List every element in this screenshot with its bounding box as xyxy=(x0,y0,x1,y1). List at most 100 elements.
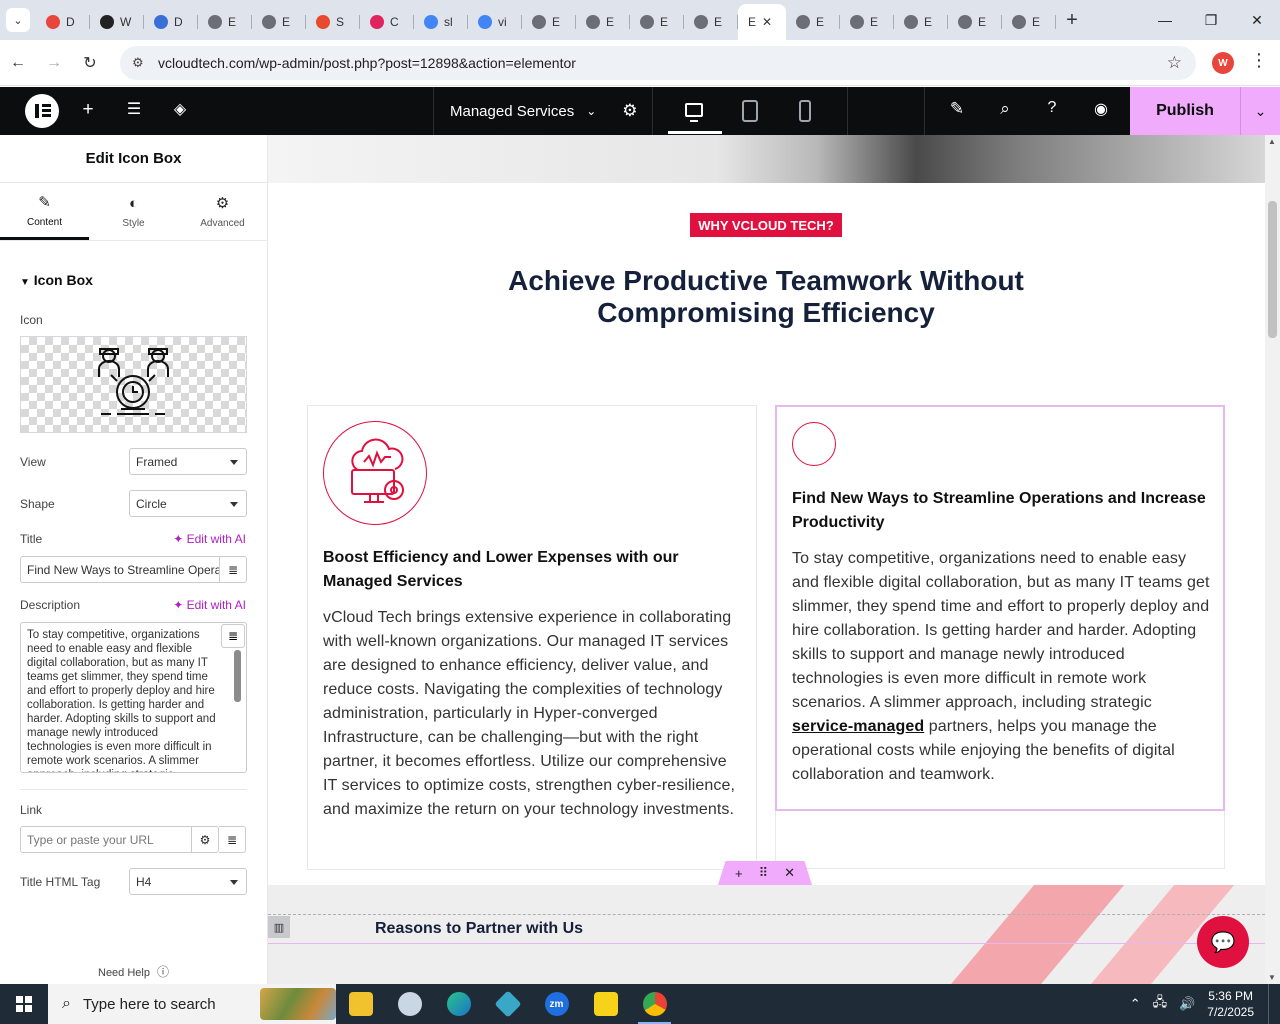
clock[interactable]: 5:36 PM 7/2/2025 xyxy=(1207,988,1254,1020)
tab-label: Advanced xyxy=(200,218,245,229)
title-html-tag-select[interactable]: H4 xyxy=(129,868,247,895)
description-textarea[interactable]: To stay competitive, organizations need … xyxy=(20,622,247,773)
edge-app[interactable] xyxy=(434,984,483,1024)
tab-style[interactable]: ◐ Style xyxy=(89,183,178,240)
icon-box-card-1[interactable]: Boost Efficiency and Lower Expenses with… xyxy=(307,405,757,870)
browser-tab[interactable]: E xyxy=(576,6,630,38)
finder-search-icon[interactable]: ⌕ xyxy=(993,99,1017,119)
tab-favicon-icon xyxy=(586,15,600,29)
start-button[interactable] xyxy=(0,984,48,1024)
file-explorer-app[interactable] xyxy=(336,984,385,1024)
sticky-notes-app[interactable] xyxy=(581,984,630,1024)
browser-tab[interactable]: D xyxy=(36,6,90,38)
dynamic-tags-icon[interactable]: ≣ xyxy=(220,556,247,583)
show-desktop-button[interactable] xyxy=(1268,984,1280,1024)
page-settings-gear-icon[interactable]: ⚙ xyxy=(622,101,637,121)
browser-tab[interactable]: E xyxy=(684,6,738,38)
profile-avatar[interactable]: W xyxy=(1212,52,1234,74)
back-icon[interactable]: ← xyxy=(0,54,36,72)
elementor-logo-icon[interactable] xyxy=(25,94,59,128)
browser-tab[interactable]: E xyxy=(522,6,576,38)
tab-content[interactable]: ✎ Content xyxy=(0,183,89,240)
link-options-gear-icon[interactable]: ⚙ xyxy=(192,826,219,853)
restore-icon[interactable]: ❐ xyxy=(1188,0,1234,40)
browser-tab[interactable]: E xyxy=(840,6,894,38)
browser-tab[interactable]: W xyxy=(90,6,144,38)
icon-box-card-2-selected[interactable]: Find New Ways to Streamline Operations a… xyxy=(775,405,1225,811)
container-handle-icon[interactable]: ▥ xyxy=(268,916,290,938)
tab-search-button[interactable]: ⌄ xyxy=(0,0,36,40)
browser-tab[interactable]: sl xyxy=(414,6,468,38)
close-window-icon[interactable]: ✕ xyxy=(1234,0,1280,40)
minimize-icon[interactable]: — xyxy=(1142,0,1188,40)
tablet-device-icon[interactable] xyxy=(742,100,758,122)
browser-menu-icon[interactable]: ⋮ xyxy=(1250,50,1268,71)
page-selector[interactable]: Managed Services ⌄ ⚙ xyxy=(433,87,653,135)
drag-handle-icon[interactable]: ⠿ xyxy=(759,865,769,881)
icon-picker-preview[interactable] xyxy=(20,336,247,433)
publish-button[interactable]: Publish xyxy=(1130,87,1240,135)
delete-section-icon[interactable]: ✕ xyxy=(784,865,795,881)
app-diamond[interactable] xyxy=(483,984,532,1024)
new-tab-button[interactable]: + xyxy=(1056,9,1088,32)
browser-tab[interactable]: E xyxy=(894,6,948,38)
add-section-icon[interactable]: + xyxy=(735,866,743,881)
zoom-app[interactable]: zm xyxy=(532,984,581,1024)
tab-advanced[interactable]: ⚙ Advanced xyxy=(178,183,267,240)
textarea-scrollbar[interactable] xyxy=(234,650,241,702)
browser-tab[interactable]: vi xyxy=(468,6,522,38)
canvas-scrollbar[interactable]: ▲ ▼ xyxy=(1265,135,1280,984)
tab-favicon-icon xyxy=(46,15,60,29)
link-input[interactable]: Type or paste your URL xyxy=(20,826,192,853)
bookmark-star-icon[interactable]: ☆ xyxy=(1167,53,1182,73)
tab-label: E xyxy=(228,15,237,29)
scroll-up-icon[interactable]: ▲ xyxy=(1268,137,1276,146)
dynamic-tags-icon[interactable]: ≣ xyxy=(219,826,246,853)
address-bar[interactable]: ⚙ vcloudtech.com/wp-admin/post.php?post=… xyxy=(120,46,1196,80)
network-icon[interactable]: 🖧 xyxy=(1153,993,1168,1015)
section-headline[interactable]: Achieve Productive Teamwork Without Comp… xyxy=(415,265,1117,329)
chat-widget-icon[interactable]: 💬 xyxy=(1197,916,1249,968)
browser-tab[interactable]: E xyxy=(948,6,1002,38)
volume-icon[interactable]: 🔊 xyxy=(1179,996,1195,1012)
reload-icon[interactable]: ↻ xyxy=(72,53,108,73)
help-icon[interactable]: ? xyxy=(1040,99,1064,117)
service-managed-link[interactable]: service-managed xyxy=(792,718,924,735)
browser-tab[interactable]: E xyxy=(630,6,684,38)
browser-tab[interactable]: E xyxy=(198,6,252,38)
site-info-icon[interactable]: ⚙ xyxy=(132,55,150,71)
publish-options-chevron-icon[interactable]: ⌄ xyxy=(1240,87,1280,135)
add-element-icon[interactable]: + xyxy=(76,99,100,121)
taskbar-search[interactable]: ⌕ Type here to search xyxy=(48,984,336,1024)
browser-tab[interactable]: C xyxy=(360,6,414,38)
site-settings-icon[interactable]: ☰ xyxy=(122,99,146,119)
view-select[interactable]: Framed xyxy=(129,448,247,475)
browser-tab-active[interactable]: E ✕ xyxy=(738,4,786,40)
chevron-up-icon[interactable]: ⌃ xyxy=(1130,996,1141,1012)
dynamic-tags-icon[interactable]: ≣ xyxy=(221,624,245,648)
browser-tab[interactable]: D xyxy=(144,6,198,38)
chrome-app[interactable] xyxy=(630,984,679,1024)
section-toggle-icon-box[interactable]: ▼ Icon Box xyxy=(20,272,93,288)
browser-tab[interactable]: E xyxy=(786,6,840,38)
browser-tab[interactable]: E xyxy=(1002,6,1056,38)
forward-icon[interactable]: → xyxy=(36,54,72,72)
next-section-title[interactable]: Reasons to Partner with Us xyxy=(375,920,583,938)
edit-with-ai-title-button[interactable]: ✦ Edit with AI xyxy=(173,532,246,546)
shape-select[interactable]: Circle xyxy=(129,490,247,517)
mobile-device-icon[interactable] xyxy=(799,100,811,122)
preview-eye-icon[interactable]: ◉ xyxy=(1089,99,1113,119)
title-input[interactable]: Find New Ways to Streamline Operations a… xyxy=(20,556,220,583)
notes-pin-icon[interactable]: ✎ xyxy=(945,99,969,119)
edit-with-ai-description-button[interactable]: ✦ Edit with AI xyxy=(173,598,246,612)
scroll-down-icon[interactable]: ▼ xyxy=(1268,973,1276,982)
scrollbar-thumb[interactable] xyxy=(1268,201,1277,338)
structure-layers-icon[interactable]: ◈ xyxy=(168,99,192,119)
desktop-device-icon[interactable] xyxy=(685,103,703,122)
browser-tab[interactable]: E xyxy=(252,6,306,38)
section-badge[interactable]: WHY VCLOUD TECH? xyxy=(690,213,842,237)
browser-tab[interactable]: S xyxy=(306,6,360,38)
paint-app[interactable] xyxy=(385,984,434,1024)
need-help-link[interactable]: Need Help ⓘ xyxy=(98,963,169,980)
close-icon[interactable]: ✕ xyxy=(762,15,772,29)
